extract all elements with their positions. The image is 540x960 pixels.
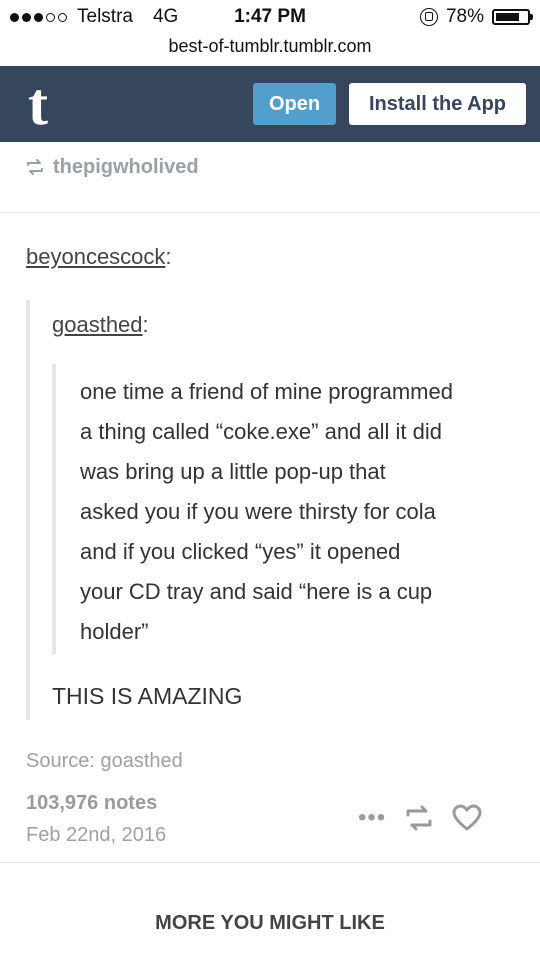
- post-actions: •••: [358, 804, 482, 832]
- battery-percent: 78%: [445, 6, 484, 27]
- post-author-b: goasthed:: [52, 312, 149, 338]
- battery-icon: [492, 9, 533, 25]
- tumblr-logo-icon[interactable]: t: [14, 74, 62, 134]
- open-button[interactable]: Open: [253, 83, 336, 125]
- post-author-a: beyoncescock:: [26, 244, 172, 270]
- colon: :: [165, 244, 172, 269]
- reblog-icon[interactable]: [404, 805, 434, 831]
- post-date: Feb 22nd, 2016: [26, 824, 167, 846]
- post-source[interactable]: Source: goasthed: [26, 750, 183, 773]
- install-app-button[interactable]: Install the App: [349, 83, 526, 125]
- quote-border-outer: [26, 300, 30, 720]
- reblog-icon: [27, 159, 43, 175]
- reblogged-from-username[interactable]: thepigwholived: [53, 156, 199, 179]
- quote-line: was bring up a little pop-up that: [80, 459, 386, 484]
- reply-text: THIS IS AMAZING: [52, 683, 243, 709]
- quote-line: a thing called “coke.exe” and all it did: [80, 419, 442, 444]
- heart-icon[interactable]: [452, 804, 482, 832]
- notes-count[interactable]: 103,976 notes: [26, 792, 157, 815]
- divider: [0, 862, 540, 863]
- reblog-source[interactable]: thepigwholived: [25, 152, 199, 182]
- orientation-lock-icon: [419, 8, 438, 26]
- status-bar: Telstra 4G 1:47 PM 78%: [0, 0, 540, 34]
- quote-line: asked you if you were thirsty for cola: [80, 499, 436, 524]
- quote-line: and if you clicked “yes” it opened: [80, 539, 401, 564]
- quote-line: one time a friend of mine programmed: [80, 379, 453, 404]
- username-link-a[interactable]: beyoncescock: [26, 244, 165, 269]
- status-right: 78%: [419, 6, 533, 28]
- more-you-might-like-heading[interactable]: MORE YOU MIGHT LIKE: [0, 912, 540, 935]
- colon: :: [142, 312, 149, 337]
- quote-border-inner: [52, 364, 56, 654]
- quote-line: your CD tray and said “here is a cup: [80, 579, 433, 604]
- url-bar[interactable]: best-of-tumblr.tumblr.com: [0, 36, 540, 57]
- more-icon[interactable]: •••: [358, 806, 386, 830]
- username-link-b[interactable]: goasthed: [52, 312, 143, 337]
- quote-line: holder”: [80, 619, 149, 644]
- battery-fill: [496, 13, 519, 21]
- divider: [0, 212, 540, 213]
- quoted-post-text: one time a friend of mine programmed a t…: [80, 372, 530, 652]
